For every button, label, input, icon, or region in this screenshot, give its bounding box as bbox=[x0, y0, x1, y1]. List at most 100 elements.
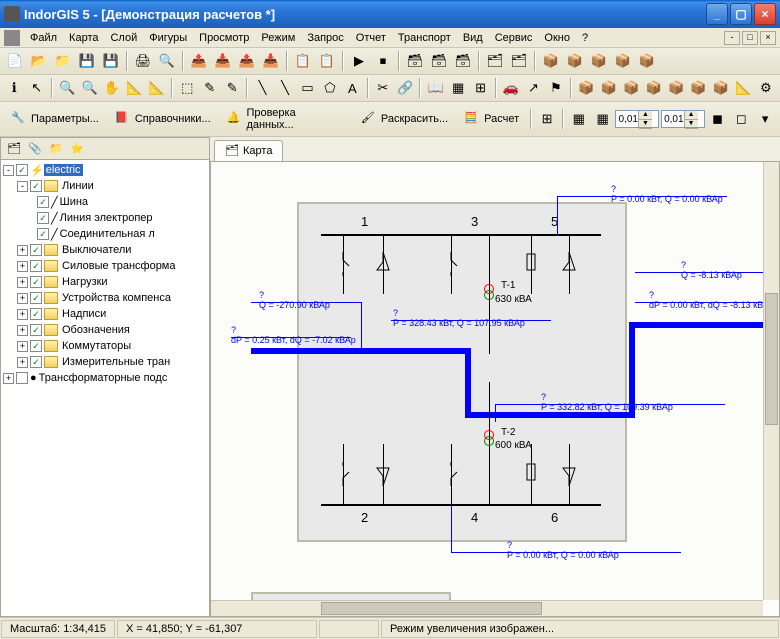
select-icon[interactable]: ⬚ bbox=[177, 77, 197, 99]
checkbox-icon[interactable]: ✓ bbox=[30, 260, 42, 272]
tree-meters[interactable]: + ✓ Измерительные тран bbox=[3, 354, 207, 370]
layer-del-icon[interactable]: 📋 bbox=[316, 50, 338, 72]
stab-layers-icon[interactable]: 🗂 bbox=[5, 140, 23, 158]
menu-query[interactable]: Запрос bbox=[301, 30, 349, 46]
box-e-icon[interactable]: 📦 bbox=[666, 77, 686, 99]
box-b-icon[interactable]: 📦 bbox=[599, 77, 619, 99]
export2-icon[interactable]: 📤 bbox=[236, 50, 258, 72]
checkbox-icon[interactable]: ✓ bbox=[37, 212, 49, 224]
tree-substations[interactable]: + ● Трансформаторные подс bbox=[3, 370, 207, 386]
box-a-icon[interactable]: 📦 bbox=[576, 77, 596, 99]
zoomin-icon[interactable]: 🔍 bbox=[57, 77, 77, 99]
mdi-close[interactable]: × bbox=[760, 31, 776, 45]
checkbox-icon[interactable]: ✓ bbox=[30, 292, 42, 304]
expand-icon[interactable]: + bbox=[3, 373, 14, 384]
db2-icon[interactable]: 🗃 bbox=[428, 50, 450, 72]
menu-view[interactable]: Просмотр bbox=[193, 30, 255, 46]
open-icon[interactable]: 📂 bbox=[28, 50, 50, 72]
box-f-icon[interactable]: 📦 bbox=[688, 77, 708, 99]
refs-button[interactable]: 📕 Справочники... bbox=[108, 108, 218, 130]
stop-icon[interactable]: ⏹ bbox=[372, 50, 394, 72]
menu-window[interactable]: Окно bbox=[538, 30, 576, 46]
tab-map[interactable]: 🗂 Карта bbox=[214, 140, 283, 161]
color-fg-icon[interactable]: ◼ bbox=[707, 108, 729, 130]
scroll-thumb[interactable] bbox=[321, 602, 542, 615]
expand-icon[interactable]: + bbox=[17, 277, 28, 288]
glue-icon[interactable]: 🔗 bbox=[395, 77, 415, 99]
close-button[interactable]: × bbox=[754, 3, 776, 25]
path-icon[interactable]: ✎ bbox=[200, 77, 220, 99]
menu-layer[interactable]: Слой bbox=[104, 30, 143, 46]
tree-labels[interactable]: + ✓ Надписи bbox=[3, 306, 207, 322]
expand-icon[interactable]: + bbox=[17, 325, 28, 336]
menu-map[interactable]: Карта bbox=[63, 30, 104, 46]
checkbox-icon[interactable]: ✓ bbox=[30, 340, 42, 352]
calc-button[interactable]: 🧮 Расчет bbox=[457, 108, 526, 130]
tree-symbols[interactable]: + ✓ Обозначения bbox=[3, 322, 207, 338]
zoomout-icon[interactable]: 🔍 bbox=[79, 77, 99, 99]
car-icon[interactable]: 🚗 bbox=[501, 77, 521, 99]
tree-connector[interactable]: ✓ ╱ Соединительная л bbox=[3, 226, 207, 242]
checkbox-icon[interactable]: ✓ bbox=[30, 324, 42, 336]
checkbox-icon[interactable]: ✓ bbox=[16, 164, 28, 176]
mdi-max[interactable]: □ bbox=[742, 31, 758, 45]
info-icon[interactable]: ℹ bbox=[4, 77, 24, 99]
gear-icon[interactable]: ⚙ bbox=[756, 77, 776, 99]
new-icon[interactable]: 📄 bbox=[4, 50, 26, 72]
scrollbar-horizontal[interactable] bbox=[211, 600, 763, 616]
preview-icon[interactable]: 🔍 bbox=[156, 50, 178, 72]
checkbox-icon[interactable] bbox=[16, 372, 28, 384]
checkbox-icon[interactable]: ✓ bbox=[30, 244, 42, 256]
open2-icon[interactable]: 📁 bbox=[52, 50, 74, 72]
tree-transformers[interactable]: + ✓ Силовые трансформа bbox=[3, 258, 207, 274]
rect-icon[interactable]: ▭ bbox=[297, 77, 317, 99]
box-c-icon[interactable]: 📦 bbox=[621, 77, 641, 99]
menu-help[interactable]: ? bbox=[576, 30, 594, 46]
scroll-thumb[interactable] bbox=[765, 293, 778, 424]
color-bg-icon[interactable]: ◻ bbox=[730, 108, 752, 130]
box-g-icon[interactable]: 📦 bbox=[711, 77, 731, 99]
grid2-icon[interactable]: ▦ bbox=[592, 108, 614, 130]
expand-icon[interactable]: - bbox=[17, 181, 28, 192]
start-icon[interactable]: ▶ bbox=[348, 50, 370, 72]
grid1-icon[interactable]: ▦ bbox=[568, 108, 590, 130]
spin-x[interactable]: 0,01▲▼ bbox=[615, 110, 659, 128]
tree-loads[interactable]: + ✓ Нагрузки bbox=[3, 274, 207, 290]
layer-tree[interactable]: - ✓ ⚡ electric - ✓ Линии ✓ ╱ Шина ✓ ╱ Ли… bbox=[1, 160, 209, 616]
export-icon[interactable]: 📤 bbox=[188, 50, 210, 72]
checkbox-icon[interactable]: ✓ bbox=[30, 308, 42, 320]
expand-icon[interactable]: + bbox=[17, 357, 28, 368]
expand-icon[interactable]: + bbox=[17, 309, 28, 320]
tree-switches[interactable]: + ✓ Выключатели bbox=[3, 242, 207, 258]
node-icon[interactable]: ✎ bbox=[222, 77, 242, 99]
spin-y[interactable]: 0,01▲▼ bbox=[661, 110, 705, 128]
params-button[interactable]: 🔧 Параметры... bbox=[4, 108, 106, 130]
flag-icon[interactable]: ⚑ bbox=[546, 77, 566, 99]
menu-mode[interactable]: Режим bbox=[255, 30, 301, 46]
menu-transport[interactable]: Транспорт bbox=[392, 30, 457, 46]
layer-add-icon[interactable]: 📋 bbox=[292, 50, 314, 72]
tool-b-icon[interactable]: 🗂 bbox=[508, 50, 530, 72]
tree-compensation[interactable]: + ✓ Устройства компенса bbox=[3, 290, 207, 306]
polyline-icon[interactable]: ╲ bbox=[275, 77, 295, 99]
cube1-icon[interactable]: 📦 bbox=[540, 50, 562, 72]
db1-icon[interactable]: 🗃 bbox=[404, 50, 426, 72]
minimize-button[interactable]: _ bbox=[706, 3, 728, 25]
expand-icon[interactable]: + bbox=[17, 261, 28, 272]
grid-icon[interactable]: ▦ bbox=[448, 77, 468, 99]
cube3-icon[interactable]: 📦 bbox=[588, 50, 610, 72]
db3-icon[interactable]: 🗃 bbox=[452, 50, 474, 72]
tree-bus[interactable]: ✓ ╱ Шина bbox=[3, 194, 207, 210]
save-icon[interactable]: 💾 bbox=[76, 50, 98, 72]
menu-report[interactable]: Отчет bbox=[350, 30, 392, 46]
measure-icon[interactable]: 📐 bbox=[124, 77, 144, 99]
checkbox-icon[interactable]: ✓ bbox=[37, 196, 49, 208]
angle-icon[interactable]: 📐 bbox=[147, 77, 167, 99]
prism-icon[interactable]: 📐 bbox=[733, 77, 753, 99]
checkbox-icon[interactable]: ✓ bbox=[30, 276, 42, 288]
box-d-icon[interactable]: 📦 bbox=[643, 77, 663, 99]
scrollbar-vertical[interactable] bbox=[763, 162, 779, 600]
tool-a-icon[interactable]: 🗂 bbox=[484, 50, 506, 72]
checkbox-icon[interactable]: ✓ bbox=[37, 228, 49, 240]
pan-icon[interactable]: ✋ bbox=[102, 77, 122, 99]
